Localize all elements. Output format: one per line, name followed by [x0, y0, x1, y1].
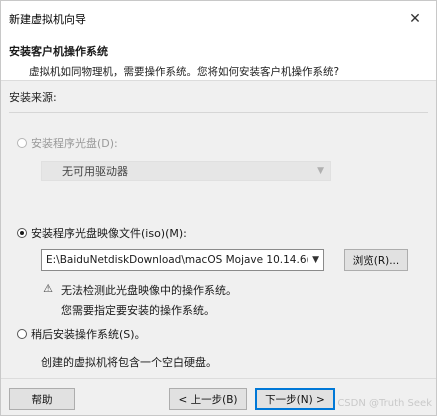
drive-select: 无可用驱动器 ▼ [41, 161, 331, 181]
iso-radio-button[interactable] [17, 228, 27, 238]
title-bar: 新建虚拟机向导 ✕ [1, 1, 436, 37]
iso-warning: ⚠ 无法检测此光盘映像中的操作系统。 您需要指定要安装的操作系统。 [41, 282, 428, 318]
iso-path-value[interactable]: E:\BaiduNetdiskDownload\macOS Mojave 10.… [46, 254, 308, 266]
back-button[interactable]: < 上一步(B) [169, 388, 247, 410]
browse-button[interactable]: 浏览(R)... [344, 249, 408, 271]
iso-path-combobox[interactable]: E:\BaiduNetdiskDownload\macOS Mojave 10.… [41, 249, 324, 271]
new-vm-wizard-window: 新建虚拟机向导 ✕ 安装客户机操作系统 虚拟机如同物理机，需要操作系统。您将如何… [0, 0, 437, 416]
install-source-label: 安装来源: [9, 91, 57, 104]
warning-triangle-icon: ⚠ [43, 282, 53, 295]
iso-path-row: E:\BaiduNetdiskDownload\macOS Mojave 10.… [41, 249, 428, 271]
close-icon[interactable]: ✕ [404, 11, 426, 27]
iso-radio-label[interactable]: 安装程序光盘映像文件(iso)(M): [31, 225, 187, 241]
warning-text: 无法检测此光盘映像中的操作系统。 您需要指定要安装的操作系统。 [61, 282, 237, 318]
disc-radio-label: 安装程序光盘(D): [31, 137, 118, 150]
wizard-header: 安装客户机操作系统 虚拟机如同物理机，需要操作系统。您将如何安装客户机操作系统? [1, 37, 436, 81]
later-description: 创建的虚拟机将包含一个空白硬盘。 [41, 356, 217, 369]
radio-option-disc: 安装程序光盘(D): [17, 135, 428, 151]
warning-line-2: 您需要指定要安装的操作系统。 [61, 304, 215, 317]
section-divider [9, 112, 428, 113]
warning-line-1: 无法检测此光盘映像中的操作系统。 [61, 284, 237, 297]
watermark-text: CSDN @Truth Seek [337, 398, 432, 409]
chevron-down-icon: ▼ [317, 166, 324, 176]
chevron-down-icon[interactable]: ▼ [312, 255, 319, 265]
disc-radio-button [17, 138, 27, 148]
page-subtitle: 虚拟机如同物理机，需要操作系统。您将如何安装客户机操作系统? [29, 66, 340, 78]
later-radio-label[interactable]: 稍后安装操作系统(S)。 [31, 326, 146, 342]
next-button[interactable]: 下一步(N) > [255, 388, 335, 410]
radio-option-iso[interactable]: 安装程序光盘映像文件(iso)(M): [17, 225, 428, 241]
radio-option-later[interactable]: 稍后安装操作系统(S)。 [17, 326, 428, 342]
wizard-footer: 帮助 < 上一步(B) 下一步(N) > CSDN @Truth Seek [1, 378, 436, 415]
later-radio-button[interactable] [17, 329, 27, 339]
wizard-content: 安装来源: 安装程序光盘(D): 无可用驱动器 ▼ 安装程序光盘映像文件(iso… [1, 89, 436, 370]
help-button[interactable]: 帮助 [9, 388, 75, 410]
page-title: 安装客户机操作系统 [9, 45, 108, 58]
window-title: 新建虚拟机向导 [9, 13, 86, 26]
drive-select-value: 无可用驱动器 [62, 165, 128, 178]
